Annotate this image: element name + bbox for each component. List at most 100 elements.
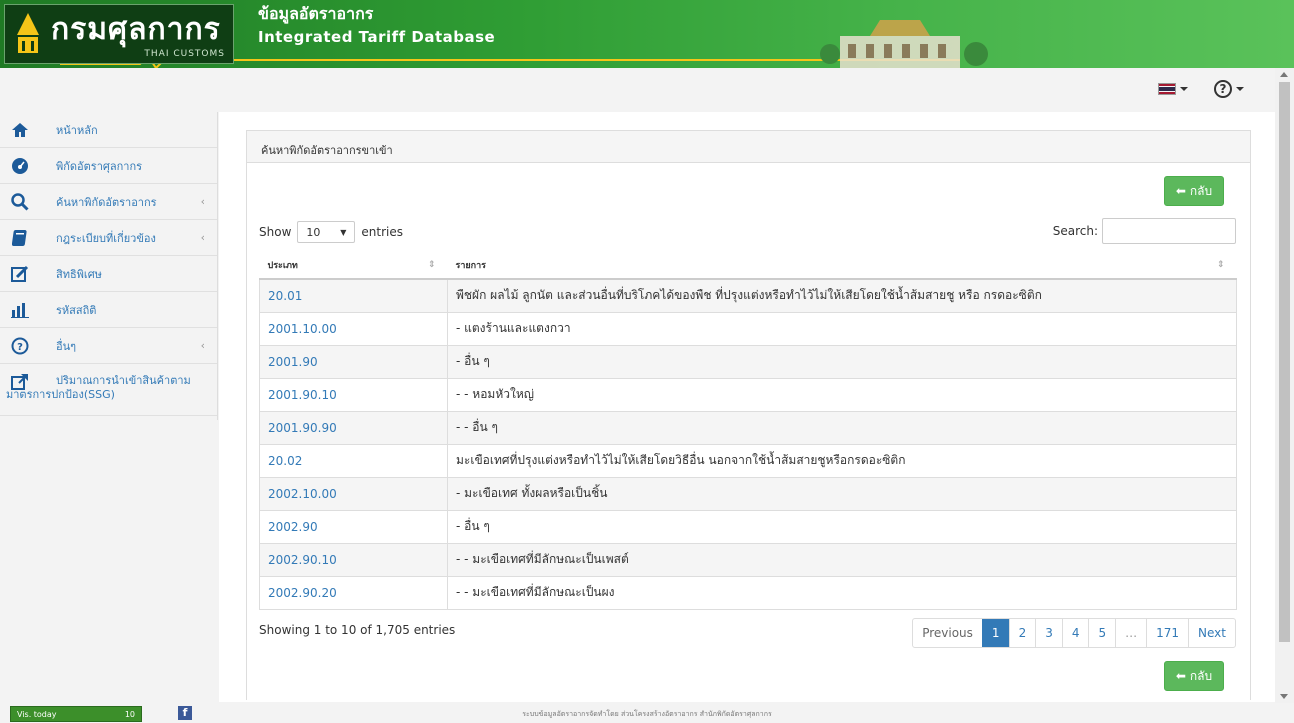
book-icon	[10, 228, 30, 248]
sort-icon: ⇕	[1216, 260, 1225, 270]
home-icon	[10, 120, 30, 140]
footer-credit: ระบบข้อมูลอัตราอากรจัดทำโดย ส่วนโครงสร้า…	[522, 710, 772, 718]
sidebar-item-label: หน้าหลัก	[56, 123, 98, 137]
entries-label: entries	[361, 225, 403, 239]
sidebar-item-privileges[interactable]: สิทธิพิเศษ	[0, 256, 217, 292]
pagination: Previous 1 2 3 4 5 … 171 Next	[912, 618, 1236, 648]
sidebar-item-tariff[interactable]: พิกัดอัตราศุลกากร	[0, 148, 217, 184]
sidebar-item-search-tariff[interactable]: ค้นหาพิกัดอัตราอากร ‹	[0, 184, 217, 220]
tariff-code-link[interactable]: 2002.10.00	[259, 476, 448, 511]
tariff-description: - - มะเขือเทศที่มีลักษณะเป็นเพสต์	[447, 542, 1237, 577]
sidebar-item-regulations[interactable]: กฎระเบียบที่เกี่ยวข้อง ‹	[0, 220, 217, 256]
pagination-page[interactable]: 3	[1035, 619, 1062, 647]
pagination-page[interactable]: 1	[981, 619, 1009, 647]
chevron-left-icon: ‹	[200, 195, 205, 208]
sidebar-item-stat-codes[interactable]: รหัสสถิติ	[0, 292, 217, 328]
language-dropdown[interactable]	[1158, 83, 1188, 95]
column-header-type[interactable]: ประเภท ⇕	[259, 251, 448, 280]
building-illustration	[820, 20, 988, 68]
panel-title: ค้นหาพิกัดอัตราอากรขาเข้า	[247, 131, 1250, 163]
sidebar-item-label-line2: มาตรการปกป้อง(SSG)	[6, 388, 115, 401]
customs-logo[interactable]: กรมศุลกากร THAI CUSTOMS	[4, 4, 234, 64]
pagination-next[interactable]: Next	[1188, 619, 1235, 647]
entries-length-value: 10	[306, 225, 321, 239]
chevron-down-icon	[1180, 87, 1188, 91]
arrow-left-icon: ⬅	[1175, 669, 1186, 683]
tariff-code-link[interactable]: 2001.90.90	[259, 410, 448, 445]
help-icon: ?	[1214, 80, 1232, 98]
chevron-down-icon: ▼	[340, 227, 347, 237]
sidebar-item-others[interactable]: ? อื่นๆ ‹	[0, 328, 217, 364]
sidebar-item-label: กฎระเบียบที่เกี่ยวข้อง	[56, 231, 156, 245]
tariff-code-link[interactable]: 20.01	[259, 278, 448, 313]
back-button[interactable]: ⬅ กลับ	[1164, 661, 1224, 691]
sidebar-item-ssg[interactable]: ปริมาณการนำเข้าสินค้าตาม มาตรการปกป้อง(S…	[0, 364, 217, 416]
top-toolbar: ?	[1158, 80, 1244, 98]
search-panel: ค้นหาพิกัดอัตราอากรขาเข้า ⬅ กลับ Show 10…	[246, 130, 1251, 700]
arrow-left-icon: ⬅	[1175, 184, 1186, 198]
dashboard-icon	[10, 156, 30, 176]
help-dropdown[interactable]: ?	[1214, 80, 1244, 98]
tariff-code-link[interactable]: 2001.10.00	[259, 311, 448, 346]
chevron-left-icon: ‹	[200, 231, 205, 244]
search-icon	[10, 192, 30, 212]
tariff-code-link[interactable]: 2002.90.10	[259, 542, 448, 577]
page-scrollbar[interactable]	[1275, 68, 1294, 703]
back-button-label: กลับ	[1189, 183, 1213, 198]
sidebar-item-home[interactable]: หน้าหลัก	[0, 112, 217, 148]
banner-title-english: Integrated Tariff Database	[258, 28, 496, 46]
pagination-ellipsis: …	[1115, 619, 1146, 647]
logo-text: กรมศุลกากร	[51, 12, 221, 47]
table-row: 2002.10.00 - มะเขือเทศ ทั้งผลหรือเป็นชิ้…	[259, 476, 1237, 511]
table-row: 2001.90 - อื่น ๆ	[259, 344, 1237, 379]
tariff-description: - แตงร้านและแตงกวา	[447, 311, 1237, 346]
table-row: 2002.90.10 - - มะเขือเทศที่มีลักษณะเป็นเ…	[259, 542, 1237, 577]
tariff-description: - - หอมหัวใหญ่	[447, 377, 1237, 412]
tariff-code-link[interactable]: 20.02	[259, 443, 448, 478]
tariff-description: - - มะเขือเทศที่มีลักษณะเป็นผง	[447, 575, 1237, 610]
logo-subtext: THAI CUSTOMS	[144, 49, 225, 59]
tariff-description: มะเขือเทศที่ปรุงแต่งหรือทำไว้ไม่ให้เสียโ…	[447, 443, 1237, 478]
entries-length: Show 10 ▼ entries	[259, 221, 403, 243]
pagination-page[interactable]: 171	[1146, 619, 1188, 647]
tariff-description: - อื่น ๆ	[447, 344, 1237, 379]
sidebar-item-label: รหัสสถิติ	[56, 303, 97, 317]
tariff-table: ประเภท ⇕ รายการ ⇕ 20.01 พืชผัก ผลไม้ ลูก…	[259, 251, 1237, 610]
table-row: 2001.90.10 - - หอมหัวใหญ่	[259, 377, 1237, 412]
table-header-row: ประเภท ⇕ รายการ ⇕	[259, 251, 1237, 280]
column-header-label: ประเภท	[267, 260, 298, 271]
search-input[interactable]	[1102, 218, 1236, 244]
pagination-page[interactable]: 2	[1008, 619, 1036, 647]
table-row: 2002.90 - อื่น ๆ	[259, 509, 1237, 544]
scroll-up-icon[interactable]	[1280, 72, 1288, 77]
question-icon: ?	[10, 336, 30, 356]
tariff-code-link[interactable]: 2002.90.20	[259, 575, 448, 610]
table-row: 20.01 พืชผัก ผลไม้ ลูกนัต และส่วนอื่นที่…	[259, 278, 1237, 313]
thai-flag-icon	[1158, 83, 1176, 95]
entries-length-select[interactable]: 10 ▼	[297, 221, 356, 243]
tariff-code-link[interactable]: 2002.90	[259, 509, 448, 544]
scrollbar-thumb[interactable]	[1279, 82, 1290, 642]
chevron-down-icon	[1236, 87, 1244, 91]
back-button[interactable]: ⬅ กลับ	[1164, 176, 1224, 206]
tariff-code-link[interactable]: 2001.90.10	[259, 377, 448, 412]
bar-chart-icon	[10, 300, 30, 320]
search-label: Search:	[1052, 224, 1098, 238]
table-row: 2002.90.20 - - มะเขือเทศที่มีลักษณะเป็นผ…	[259, 575, 1237, 610]
sort-icon: ⇕	[427, 260, 436, 270]
pagination-page[interactable]: 4	[1061, 619, 1089, 647]
table-row: 2001.10.00 - แตงร้านและแตงกวา	[259, 311, 1237, 346]
pagination-previous[interactable]: Previous	[913, 619, 982, 647]
column-header-description[interactable]: รายการ ⇕	[447, 251, 1237, 280]
sidebar-item-label: ค้นหาพิกัดอัตราอากร	[56, 195, 157, 209]
table-row: 2001.90.90 - - อื่น ๆ	[259, 410, 1237, 445]
edit-icon	[10, 264, 30, 284]
customs-emblem-icon	[17, 13, 39, 53]
table-row: 20.02 มะเขือเทศที่ปรุงแต่งหรือทำไว้ไม่ให…	[259, 443, 1237, 478]
tariff-code-link[interactable]: 2001.90	[259, 344, 448, 379]
column-header-label: รายการ	[455, 260, 487, 271]
tariff-description: พืชผัก ผลไม้ ลูกนัต และส่วนอื่นที่บริโภค…	[447, 278, 1237, 313]
pagination-page[interactable]: 5	[1088, 619, 1115, 647]
scroll-down-icon[interactable]	[1280, 694, 1288, 699]
sidebar-item-label: สิทธิพิเศษ	[56, 267, 102, 281]
